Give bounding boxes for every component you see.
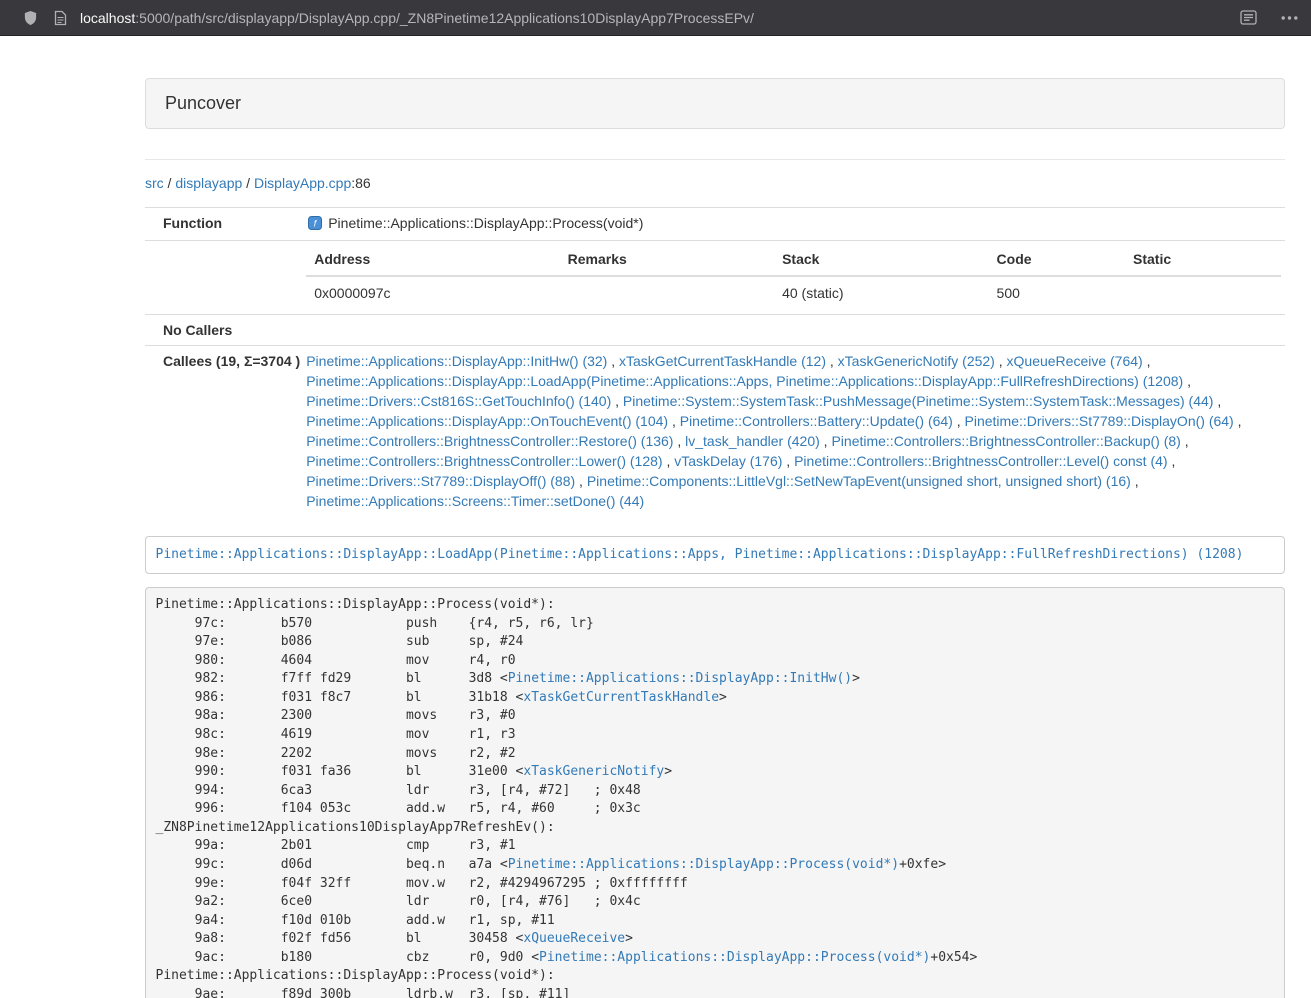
callee-link[interactable]: Pinetime::Components::LittleVgl::SetNewT…	[587, 473, 1131, 489]
asm-symbol-link[interactable]: xTaskGenericNotify	[523, 764, 664, 779]
stats-header-code: Code	[989, 246, 1125, 276]
callee-link[interactable]: Pinetime::Controllers::BrightnessControl…	[831, 433, 1180, 449]
callee-link[interactable]: Pinetime::Drivers::St7789::DisplayOn() (…	[965, 413, 1234, 429]
callee-link[interactable]: Pinetime::Applications::DisplayApp::Load…	[306, 373, 1183, 389]
callees-list: Pinetime::Applications::DisplayApp::Init…	[302, 346, 1285, 517]
url-path: :5000/path/src/displayapp/DisplayApp.cpp…	[135, 10, 754, 26]
bc-sep: /	[164, 175, 176, 191]
breadcrumb-link[interactable]: DisplayApp.cpp	[254, 175, 351, 191]
disassembly-code: Pinetime::Applications::DisplayApp::Proc…	[145, 587, 1285, 998]
selected-symbol-link[interactable]: Pinetime::Applications::DisplayApp::Load…	[156, 547, 1244, 562]
reader-view-icon[interactable]	[1240, 10, 1257, 25]
callee-link[interactable]: lv_task_handler (420)	[685, 433, 820, 449]
url-bar[interactable]: localhost:5000/path/src/displayapp/Displ…	[80, 10, 1240, 26]
callees-label: Callees (19, Σ=3704 )	[145, 346, 302, 517]
menu-icon[interactable]	[1281, 16, 1298, 20]
stats-header-remarks: Remarks	[560, 246, 774, 276]
stats-header-static: Static	[1125, 246, 1281, 276]
callee-link[interactable]: xQueueReceive (764)	[1007, 353, 1143, 369]
stats-value-code: 500	[989, 276, 1125, 309]
callee-link[interactable]: Pinetime::Applications::Screens::Timer::…	[306, 493, 644, 509]
page-icon[interactable]	[54, 10, 67, 26]
callee-link[interactable]: Pinetime::Controllers::Battery::Update()…	[680, 413, 953, 429]
browser-chrome: localhost:5000/path/src/displayapp/Displ…	[0, 0, 1311, 36]
function-icon: f	[308, 215, 322, 235]
stats-header-address: Address	[306, 246, 559, 276]
callee-link[interactable]: Pinetime::System::SystemTask::PushMessag…	[623, 393, 1214, 409]
callers-label: No Callers	[145, 315, 302, 346]
selected-symbol-box: Pinetime::Applications::DisplayApp::Load…	[145, 536, 1285, 574]
stats-value-address: 0x0000097c	[306, 276, 559, 309]
callee-link[interactable]: xTaskGenericNotify (252)	[838, 353, 995, 369]
breadcrumb-link[interactable]: src	[145, 175, 164, 191]
bc-suffix: :86	[351, 175, 370, 191]
function-stats-table: Address Remarks Stack Code Static 0x0000…	[306, 246, 1281, 309]
callee-link[interactable]: Pinetime::Controllers::BrightnessControl…	[306, 453, 662, 469]
stats-row: Address Remarks Stack Code Static 0x0000…	[145, 241, 1285, 315]
function-info-table: Function f Pinetime::Applications::Displ…	[145, 207, 1285, 516]
page-title: Puncover	[165, 93, 241, 113]
bc-sep: /	[242, 175, 254, 191]
asm-symbol-link[interactable]: Pinetime::Applications::DisplayApp::Proc…	[539, 950, 930, 965]
shield-icon[interactable]	[23, 10, 38, 26]
function-row-label: Function	[145, 208, 302, 241]
divider	[145, 159, 1285, 160]
callees-row: Callees (19, Σ=3704 ) Pinetime::Applicat…	[145, 346, 1285, 517]
stats-value-stack: 40 (static)	[774, 276, 988, 309]
callee-link[interactable]: Pinetime::Controllers::BrightnessControl…	[306, 433, 673, 449]
breadcrumb: src / displayapp / DisplayApp.cpp:86	[145, 173, 1285, 194]
asm-symbol-link[interactable]: xQueueReceive	[523, 931, 625, 946]
url-host: localhost	[80, 10, 135, 26]
stats-header-stack: Stack	[774, 246, 988, 276]
callee-link[interactable]: Pinetime::Controllers::BrightnessControl…	[794, 453, 1167, 469]
callee-link[interactable]: Pinetime::Drivers::Cst816S::GetTouchInfo…	[306, 393, 611, 409]
callee-link[interactable]: Pinetime::Applications::DisplayApp::Init…	[306, 353, 607, 369]
callee-link[interactable]: xTaskGetCurrentTaskHandle (12)	[619, 353, 826, 369]
callee-link[interactable]: Pinetime::Applications::DisplayApp::OnTo…	[306, 413, 668, 429]
callee-link[interactable]: vTaskDelay (176)	[674, 453, 782, 469]
page-content: Puncover src / displayapp / DisplayApp.c…	[145, 78, 1285, 998]
breadcrumb-link[interactable]: displayapp	[175, 175, 242, 191]
callers-row: No Callers	[145, 315, 1285, 346]
callee-link[interactable]: Pinetime::Drivers::St7789::DisplayOff() …	[306, 473, 575, 489]
stats-value-static	[1125, 276, 1281, 309]
function-row: Function f Pinetime::Applications::Displ…	[145, 208, 1285, 241]
brand-panel: Puncover	[145, 78, 1285, 129]
table-row: 0x0000097c 40 (static) 500	[306, 276, 1281, 309]
asm-symbol-link[interactable]: xTaskGetCurrentTaskHandle	[523, 690, 719, 705]
asm-symbol-link[interactable]: Pinetime::Applications::DisplayApp::Init…	[508, 671, 852, 686]
stats-value-remarks	[560, 276, 774, 309]
asm-symbol-link[interactable]: Pinetime::Applications::DisplayApp::Proc…	[508, 857, 899, 872]
function-name: Pinetime::Applications::DisplayApp::Proc…	[328, 215, 643, 231]
